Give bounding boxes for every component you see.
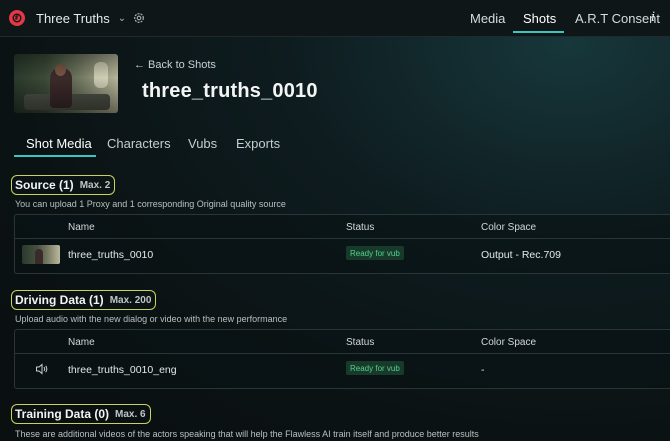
nav-art-consent[interactable]: A.R.T Consent — [575, 11, 660, 26]
driving-color-space[interactable]: - — [481, 364, 485, 376]
training-max: Max. 6 — [115, 408, 146, 420]
source-title: Source (1) — [15, 178, 74, 192]
driving-table: Name Status Color Space three_truths_001… — [14, 329, 670, 389]
column-name[interactable]: Name — [68, 337, 95, 348]
nav-media[interactable]: Media — [470, 11, 505, 26]
tab-shot-media[interactable]: Shot Media — [26, 136, 92, 151]
video-thumbnail — [22, 245, 60, 264]
info-icon[interactable]: i — [651, 10, 655, 25]
column-color-space[interactable]: Color Space — [481, 222, 536, 233]
column-color-space[interactable]: Color Space — [481, 337, 536, 348]
thumbnail-shade — [14, 54, 118, 113]
column-status[interactable]: Status — [346, 337, 374, 348]
chevron-down-icon: ⌄ — [117, 13, 127, 24]
video-thumbnail-person — [35, 249, 43, 264]
status-badge: Ready for vub — [346, 246, 404, 260]
source-file-name[interactable]: three_truths_0010 — [68, 249, 153, 261]
table-header: Name Status Color Space — [15, 215, 670, 239]
training-description: These are additional videos of the actor… — [15, 429, 479, 439]
training-section-header: Training Data (0) Max. 6 — [11, 404, 151, 424]
driving-description: Upload audio with the new dialog or vide… — [15, 314, 288, 324]
project-name: Three Truths — [36, 11, 110, 26]
source-color-space[interactable]: Output - Rec.709 — [481, 249, 561, 261]
training-title: Training Data (0) — [15, 407, 110, 421]
tab-exports[interactable]: Exports — [236, 136, 280, 151]
back-to-shots-link[interactable]: ← Back to Shots — [134, 59, 216, 71]
settings-icon[interactable] — [133, 12, 145, 24]
top-bar: Three Truths ⌄ Media Shots A.R.T Consent… — [0, 0, 670, 37]
tab-active-indicator — [14, 155, 96, 157]
nav-active-indicator — [513, 31, 564, 33]
project-selector[interactable]: Three Truths ⌄ — [36, 11, 126, 26]
source-description: You can upload 1 Proxy and 1 correspondi… — [15, 199, 286, 209]
driving-section-header: Driving Data (1) Max. 200 — [11, 290, 157, 310]
logo-icon[interactable] — [9, 10, 25, 26]
source-max: Max. 2 — [79, 179, 111, 191]
shot-title: three_truths_0010 — [142, 80, 318, 102]
source-table: Name Status Color Space three_truths_001… — [14, 214, 670, 274]
driving-title: Driving Data (1) — [15, 293, 104, 307]
column-status[interactable]: Status — [346, 222, 374, 233]
column-name[interactable]: Name — [68, 222, 95, 233]
logo-glyph — [12, 13, 22, 23]
driving-max: Max. 200 — [109, 294, 152, 306]
status-badge: Ready for vub — [346, 361, 404, 375]
tab-characters[interactable]: Characters — [107, 136, 171, 151]
tab-vubs[interactable]: Vubs — [188, 136, 217, 151]
source-section-header: Source (1) Max. 2 — [11, 175, 116, 195]
table-header: Name Status Color Space — [15, 330, 670, 354]
driving-file-name[interactable]: three_truths_0010_eng — [68, 364, 177, 376]
nav-shots[interactable]: Shots — [523, 11, 556, 26]
shot-thumbnail — [14, 54, 118, 113]
speaker-icon — [36, 363, 48, 375]
